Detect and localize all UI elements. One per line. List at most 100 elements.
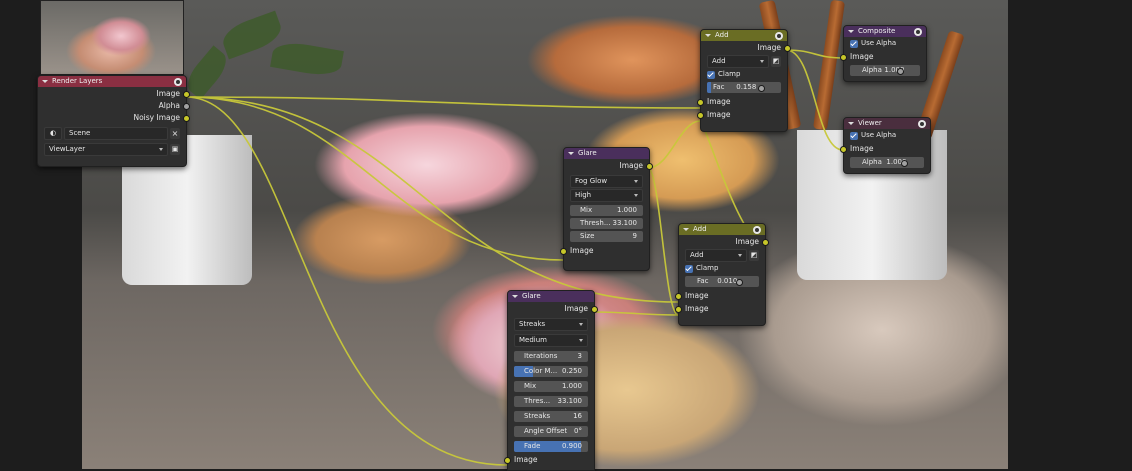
node-title: Viewer [858, 119, 882, 127]
input-image-1: Image [697, 95, 787, 108]
glare-type-dropdown[interactable]: Fog Glow [570, 175, 643, 188]
fac-slider[interactable]: Fac 0.158 [707, 82, 781, 93]
input-image: Image [504, 454, 594, 465]
input-socket-image[interactable] [560, 248, 567, 255]
node-preview-icon[interactable] [174, 77, 182, 86]
input-socket-image[interactable] [697, 112, 704, 119]
output-image: Image [564, 159, 653, 172]
input-image-2: Image [697, 108, 787, 121]
input-socket-alpha[interactable] [900, 160, 908, 167]
input-image-2: Image [675, 302, 765, 315]
dropdown-arrow-icon [579, 323, 583, 326]
input-socket-alpha[interactable] [896, 68, 904, 75]
output-noisy-image: Noisy Image [38, 111, 190, 124]
scene-selector-icon[interactable]: ◐ [44, 127, 62, 140]
use-alpha-checkbox[interactable]: Use Alpha [850, 130, 924, 141]
threshold-field[interactable]: Thresh... 33.100 [570, 218, 643, 229]
node-preview-icon[interactable] [918, 119, 926, 128]
node-header[interactable]: Render Layers [38, 76, 186, 87]
output-socket-image[interactable] [183, 91, 190, 98]
node-preview-icon[interactable] [753, 225, 761, 234]
threshold-field[interactable]: Thres... 33.100 [514, 396, 588, 407]
output-image: Image [679, 235, 769, 248]
node-title: Add [715, 31, 729, 39]
input-socket-image[interactable] [675, 306, 682, 313]
clear-scene-icon[interactable]: × [170, 128, 180, 139]
node-glare-streaks[interactable]: Glare Image Streaks Medium Iterations 3 C… [504, 290, 598, 471]
input-socket-image[interactable] [840, 146, 847, 153]
glare-type-dropdown[interactable]: Streaks [514, 318, 588, 331]
node-header[interactable]: Composite [844, 26, 926, 37]
node-title: Render Layers [52, 77, 103, 85]
mix-field[interactable]: Mix 1.000 [570, 205, 643, 216]
node-header[interactable]: Glare [508, 291, 594, 302]
streaks-field[interactable]: Streaks 16 [514, 411, 588, 422]
collapse-chevron-icon[interactable] [683, 228, 689, 231]
size-field[interactable]: Size 9 [570, 231, 643, 242]
scene-field[interactable]: Scene [64, 127, 168, 140]
use-alpha-toggle-icon[interactable]: ◩ [771, 56, 781, 67]
render-layer-icon[interactable]: ▣ [170, 144, 180, 155]
collapse-chevron-icon[interactable] [512, 295, 518, 298]
collapse-chevron-icon[interactable] [568, 152, 574, 155]
output-socket-image[interactable] [784, 45, 791, 52]
input-image: Image [560, 244, 649, 257]
node-header[interactable]: Add [701, 30, 787, 41]
node-add-mid[interactable]: Add Image Add ◩ Clamp Fac 0.010 Image Ima… [675, 223, 769, 326]
node-add-top[interactable]: Add Image Add ◩ Clamp Fac 0.158 Image Ima… [697, 29, 791, 132]
node-viewer[interactable]: Viewer Use Alpha Image Alpha 1.000 [840, 117, 931, 174]
input-image: Image [840, 142, 930, 155]
checkbox-checked-icon[interactable] [685, 264, 693, 273]
input-socket-fac[interactable] [757, 85, 765, 92]
node-render-layers[interactable]: Render Layers Image Alpha Noisy Image ◐ … [37, 75, 190, 167]
node-preview-icon[interactable] [775, 31, 783, 40]
output-socket-image[interactable] [591, 306, 598, 313]
input-socket-image[interactable] [697, 99, 704, 106]
alpha-field[interactable]: Alpha 1.000 [850, 65, 920, 76]
view-layer-dropdown[interactable]: ViewLayer [44, 143, 168, 156]
dropdown-arrow-icon [159, 148, 163, 151]
collapse-chevron-icon[interactable] [848, 30, 854, 33]
clamp-checkbox[interactable]: Clamp [685, 263, 759, 274]
collapse-chevron-icon[interactable] [705, 34, 711, 37]
input-socket-fac[interactable] [735, 279, 743, 286]
quality-dropdown[interactable]: High [570, 189, 643, 202]
mix-field[interactable]: Mix 1.000 [514, 381, 588, 392]
collapse-chevron-icon[interactable] [42, 80, 48, 83]
iterations-field[interactable]: Iterations 3 [514, 351, 588, 362]
output-socket-noisy-image[interactable] [183, 115, 190, 122]
node-title: Glare [522, 292, 541, 300]
use-alpha-checkbox[interactable]: Use Alpha [850, 38, 920, 49]
dropdown-arrow-icon [738, 254, 742, 257]
input-socket-image[interactable] [675, 293, 682, 300]
node-header[interactable]: Add [679, 224, 765, 235]
node-glare-fog-glow[interactable]: Glare Image Fog Glow High Mix 1.000 Thres… [560, 147, 653, 271]
output-socket-alpha[interactable] [183, 103, 190, 110]
use-alpha-toggle-icon[interactable]: ◩ [749, 250, 759, 261]
output-socket-image[interactable] [646, 163, 653, 170]
node-header[interactable]: Glare [564, 148, 649, 159]
alpha-field[interactable]: Alpha 1.000 [850, 157, 924, 168]
checkbox-checked-icon[interactable] [707, 70, 715, 79]
plant-leaf [270, 39, 344, 79]
node-header[interactable]: Viewer [844, 118, 930, 129]
fac-slider[interactable]: Fac 0.010 [685, 276, 759, 287]
color-modulation-slider[interactable]: Color M... 0.250 [514, 366, 588, 377]
dropdown-arrow-icon [579, 339, 583, 342]
input-socket-image[interactable] [840, 54, 847, 61]
checkbox-checked-icon[interactable] [850, 131, 858, 140]
checkbox-checked-icon[interactable] [850, 39, 858, 48]
node-title: Add [693, 225, 707, 233]
quality-dropdown[interactable]: Medium [514, 334, 588, 347]
clamp-checkbox[interactable]: Clamp [707, 69, 781, 80]
input-socket-image[interactable] [504, 457, 511, 464]
angle-offset-field[interactable]: Angle Offset 0° [514, 426, 588, 437]
blend-mode-dropdown[interactable]: Add [707, 55, 769, 68]
node-composite[interactable]: Composite Use Alpha Image Alpha 1.000 [840, 25, 927, 82]
wooden-spoon [813, 0, 845, 131]
fade-slider[interactable]: Fade 0.900 [514, 441, 588, 452]
collapse-chevron-icon[interactable] [848, 122, 854, 125]
output-socket-image[interactable] [762, 239, 769, 246]
blend-mode-dropdown[interactable]: Add [685, 249, 747, 262]
node-preview-icon[interactable] [914, 27, 922, 36]
